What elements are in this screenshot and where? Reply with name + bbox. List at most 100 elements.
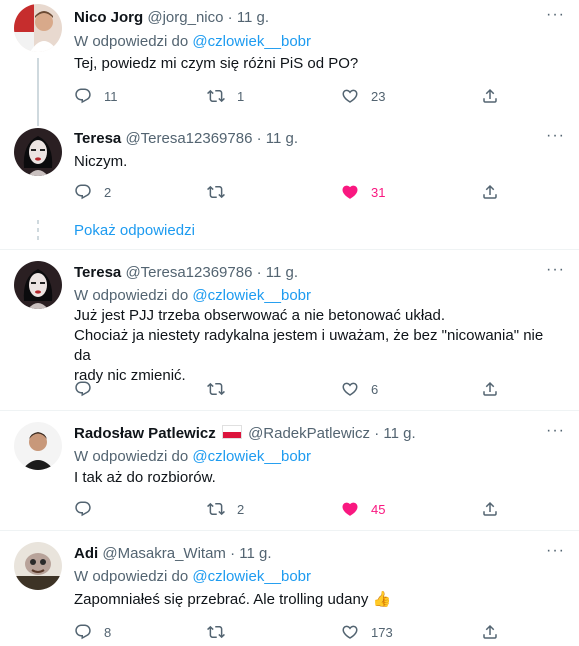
share-button[interactable] — [481, 84, 499, 108]
avatar-teresa[interactable] — [14, 128, 62, 176]
timestamp[interactable]: 11 g. — [237, 9, 269, 26]
more-icon[interactable]: ··· — [546, 261, 565, 279]
share-button[interactable] — [481, 497, 499, 521]
author-name[interactable]: Teresa — [74, 264, 121, 281]
reply-icon — [74, 183, 92, 201]
reply-context: W odpowiedzi do @czlowiek__bobr — [74, 287, 311, 304]
author-handle[interactable]: @Teresa12369786 — [125, 130, 252, 147]
poland-flag-icon — [221, 425, 242, 439]
more-icon[interactable]: ··· — [546, 6, 565, 24]
separator-dot: · — [256, 130, 262, 147]
heart-icon — [341, 183, 359, 201]
tweet-radoslaw-patlewicz[interactable]: Radosław Patlewicz @RadekPatlewicz · 11 … — [0, 411, 579, 530]
share-icon — [481, 87, 499, 105]
mention-link[interactable]: @czlowiek__bobr — [192, 33, 311, 50]
tweet-adi[interactable]: Adi @Masakra_Witam · 11 g. ··· W odpowie… — [0, 531, 579, 646]
like-count: 23 — [371, 88, 386, 104]
retweet-button[interactable]: 1 — [207, 84, 244, 108]
timestamp[interactable]: 11 g. — [266, 130, 298, 147]
reply-count: 2 — [104, 184, 112, 200]
like-button[interactable]: 23 — [341, 84, 385, 108]
tweet-text: Niczym. — [74, 153, 128, 170]
reply-context: W odpowiedzi do @czlowiek__bobr — [74, 448, 311, 465]
reply-icon — [74, 500, 92, 518]
author-handle[interactable]: @Masakra_Witam — [102, 545, 226, 562]
tweet-teresa-2[interactable]: Teresa @Teresa12369786 · 11 g. ··· W odp… — [0, 250, 579, 410]
reply-button[interactable] — [74, 497, 104, 521]
author-name[interactable]: Teresa — [74, 130, 121, 147]
tweet-actions: 8 173 — [74, 620, 504, 644]
retweet-button[interactable]: 2 — [207, 497, 244, 521]
reply-count: 8 — [104, 624, 112, 640]
author-name[interactable]: Nico Jorg — [74, 9, 143, 26]
tweet-nico-jorg[interactable]: Nico Jorg @jorg_nico · 11 g. ··· W odpow… — [0, 0, 579, 120]
share-button[interactable] — [481, 377, 499, 401]
timestamp[interactable]: 11 g. — [383, 425, 415, 442]
thread-line — [37, 118, 39, 126]
avatar-adi[interactable] — [14, 542, 62, 590]
like-button[interactable]: 173 — [341, 620, 393, 644]
tweet-text: Tej, powiedz mi czym się różni PiS od PO… — [74, 55, 359, 72]
heart-icon — [341, 380, 359, 398]
retweet-icon — [207, 87, 225, 105]
reply-icon — [74, 623, 92, 641]
retweet-count: 2 — [237, 501, 245, 517]
retweet-button[interactable] — [207, 620, 237, 644]
timestamp[interactable]: 11 g. — [266, 264, 298, 281]
reply-prefix: W odpowiedzi do — [74, 568, 189, 585]
reply-prefix: W odpowiedzi do — [74, 33, 189, 50]
avatar-radoslaw-patlewicz[interactable] — [14, 422, 62, 470]
tweet-header: Teresa @Teresa12369786 · 11 g. — [74, 264, 298, 281]
author-name[interactable]: Radosław Patlewicz — [74, 425, 216, 442]
share-icon — [481, 183, 499, 201]
reply-icon — [74, 380, 92, 398]
reply-prefix: W odpowiedzi do — [74, 448, 189, 465]
retweet-count: 1 — [237, 88, 245, 104]
reply-context: W odpowiedzi do @czlowiek__bobr — [74, 568, 311, 585]
thread-line-dotted — [37, 220, 39, 242]
reply-icon — [74, 87, 92, 105]
separator-dot: · — [256, 264, 262, 281]
author-handle[interactable]: @jorg_nico — [147, 9, 223, 26]
avatar-teresa[interactable] — [14, 261, 62, 309]
tweet-header: Radosław Patlewicz @RadekPatlewicz · 11 … — [74, 425, 416, 442]
avatar-nico-jorg[interactable] — [14, 4, 62, 52]
tweet-text: Zapomniałeś się przebrać. Ale trolling u… — [74, 590, 564, 610]
share-button[interactable] — [481, 620, 499, 644]
reply-prefix: W odpowiedzi do — [74, 287, 189, 304]
reply-button[interactable]: 11 — [74, 84, 118, 108]
tweet-actions: 6 — [74, 377, 504, 401]
author-name[interactable]: Adi — [74, 545, 98, 562]
reply-button[interactable]: 2 — [74, 180, 111, 204]
like-button[interactable]: 6 — [341, 377, 378, 401]
tweet-header: Teresa @Teresa12369786 · 11 g. — [74, 130, 298, 147]
like-count: 31 — [371, 184, 386, 200]
reply-button[interactable]: 8 — [74, 620, 111, 644]
more-icon[interactable]: ··· — [546, 542, 565, 560]
like-count: 173 — [371, 624, 393, 640]
separator-dot: · — [227, 9, 233, 26]
author-handle[interactable]: @RadekPatlewicz — [248, 425, 370, 442]
timestamp[interactable]: 11 g. — [239, 545, 271, 562]
more-icon[interactable]: ··· — [546, 127, 565, 145]
more-icon[interactable]: ··· — [546, 422, 565, 440]
mention-link[interactable]: @czlowiek__bobr — [192, 568, 311, 585]
reply-count: 11 — [104, 88, 118, 104]
like-button[interactable]: 31 — [341, 180, 385, 204]
share-button[interactable] — [481, 180, 499, 204]
like-button[interactable]: 45 — [341, 497, 385, 521]
retweet-button[interactable] — [207, 377, 237, 401]
like-count: 45 — [371, 501, 386, 517]
reply-button[interactable] — [74, 377, 104, 401]
mention-link[interactable]: @czlowiek__bobr — [192, 448, 311, 465]
show-replies-link[interactable]: Pokaż odpowiedzi — [74, 222, 195, 239]
heart-icon — [341, 500, 359, 518]
retweet-icon — [207, 623, 225, 641]
tweet-teresa-1[interactable]: Teresa @Teresa12369786 · 11 g. ··· Niczy… — [0, 118, 579, 248]
reply-context: W odpowiedzi do @czlowiek__bobr — [74, 33, 311, 50]
author-handle[interactable]: @Teresa12369786 — [125, 264, 252, 281]
mention-link[interactable]: @czlowiek__bobr — [192, 287, 311, 304]
retweet-button[interactable] — [207, 180, 237, 204]
heart-icon — [341, 623, 359, 641]
tweet-text-line: Chociaż ja niestety radykalna jestem i u… — [74, 327, 544, 364]
